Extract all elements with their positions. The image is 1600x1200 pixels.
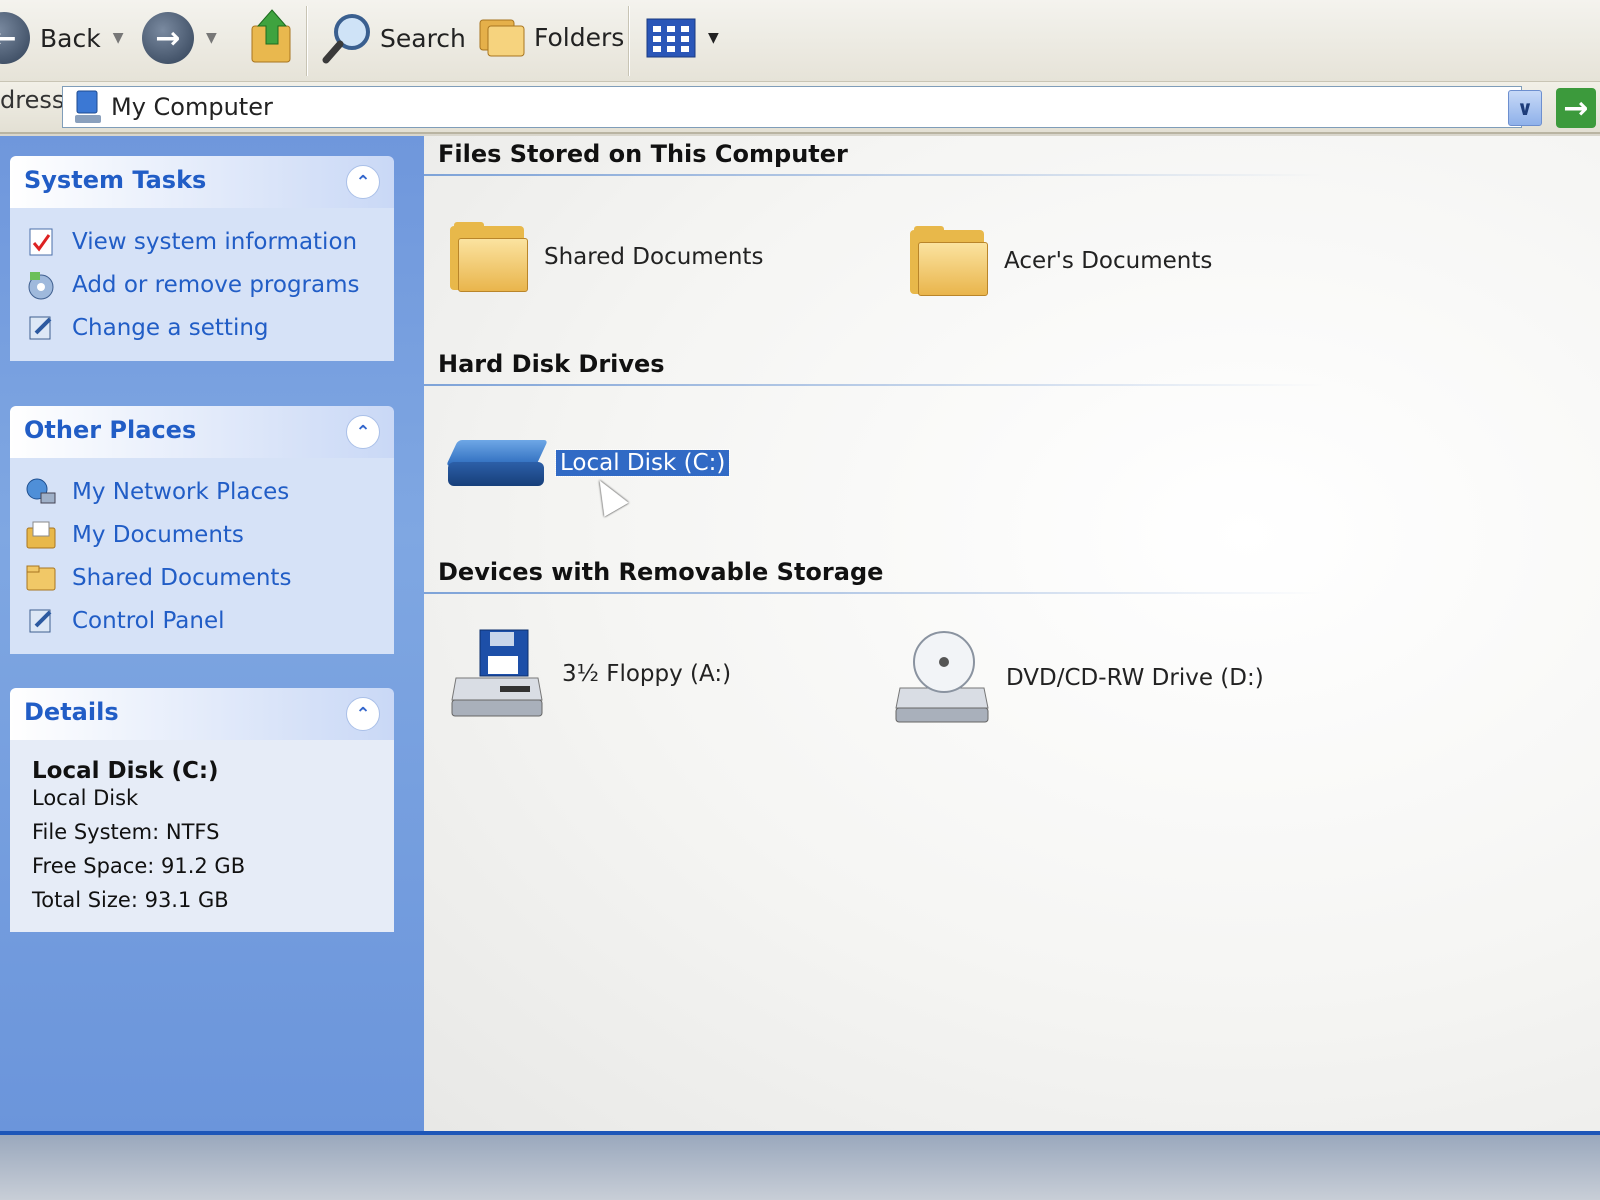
task-label: Add or remove programs: [72, 271, 360, 298]
item-dvd-d[interactable]: DVD/CD-RW Drive (D:): [894, 630, 1264, 726]
views-button[interactable]: ▼: [646, 18, 719, 58]
item-label: DVD/CD-RW Drive (D:): [1006, 665, 1264, 691]
item-label: 3½ Floppy (A:): [562, 661, 732, 687]
group-divider: [424, 174, 1324, 176]
item-label: Shared Documents: [544, 244, 764, 270]
chevron-down-icon[interactable]: ▼: [708, 30, 719, 46]
system-tasks-body: View system information Add or remove pr…: [10, 208, 394, 361]
go-arrow-icon: →: [1563, 90, 1589, 126]
place-my-network-places[interactable]: My Network Places: [24, 470, 380, 513]
search-label: Search: [380, 23, 466, 53]
my-computer-icon: [75, 90, 101, 123]
toolbar-separator: [306, 6, 308, 76]
folder-icon: [24, 563, 58, 593]
window-bottom-border: [0, 1131, 1600, 1200]
forward-button[interactable]: → ▼: [142, 12, 217, 64]
address-value: My Computer: [111, 93, 273, 121]
hard-drive-icon: [445, 436, 549, 490]
details-free-space: Free Space: 91.2 GB: [32, 854, 246, 878]
system-tasks-panel: System Tasks ⌃ View system information A…: [10, 156, 394, 361]
folders-button[interactable]: Folders: [478, 14, 624, 60]
system-tasks-header[interactable]: System Tasks ⌃: [10, 156, 394, 208]
item-floppy-a[interactable]: 3½ Floppy (A:): [450, 628, 731, 720]
task-view-system-information[interactable]: View system information: [24, 220, 380, 263]
place-label: Shared Documents: [72, 564, 292, 591]
place-label: Control Panel: [72, 607, 225, 634]
other-places-panel: Other Places ⌃ My Network Places My Docu…: [10, 406, 394, 654]
address-input[interactable]: My Computer: [62, 86, 1522, 128]
collapse-icon[interactable]: ⌃: [346, 697, 380, 731]
forward-arrow-icon: →: [142, 12, 194, 64]
task-pane: System Tasks ⌃ View system information A…: [0, 136, 424, 1131]
place-label: My Network Places: [72, 478, 290, 505]
toolbar-separator: [628, 6, 630, 76]
chevron-down-icon[interactable]: ▼: [113, 30, 124, 46]
details-body: Local Disk (C:) Local Disk File System: …: [10, 740, 394, 932]
search-icon: [322, 14, 370, 64]
address-bar: dress My Computer ∨ →: [0, 82, 1600, 134]
task-add-remove-programs[interactable]: Add or remove programs: [24, 263, 380, 306]
programs-icon: [24, 270, 58, 300]
place-shared-documents[interactable]: Shared Documents: [24, 556, 380, 599]
details-total-size: Total Size: 93.1 GB: [32, 888, 229, 912]
panel-title: Other Places: [24, 416, 197, 444]
group-divider: [424, 384, 1324, 386]
group-divider: [424, 592, 1324, 594]
panel-title: Details: [24, 698, 119, 726]
other-places-header[interactable]: Other Places ⌃: [10, 406, 394, 458]
place-control-panel[interactable]: Control Panel: [24, 599, 380, 642]
collapse-icon[interactable]: ⌃: [346, 165, 380, 199]
place-my-documents[interactable]: My Documents: [24, 513, 380, 556]
network-icon: [24, 477, 58, 507]
documents-icon: [24, 520, 58, 550]
details-file-system: File System: NTFS: [32, 820, 220, 844]
search-button[interactable]: Search: [322, 12, 466, 64]
control-panel-icon: [24, 313, 58, 343]
chevron-down-icon[interactable]: ▼: [206, 30, 217, 46]
details-header[interactable]: Details ⌃: [10, 688, 394, 740]
folder-icon: [450, 222, 528, 292]
folder-icon: [910, 226, 988, 296]
back-button[interactable]: ← Back ▼: [0, 12, 123, 64]
chevron-down-icon: ∨: [1516, 96, 1534, 120]
floppy-drive-icon: [451, 629, 543, 717]
views-icon: [646, 18, 696, 58]
place-label: My Documents: [72, 521, 244, 548]
dvd-drive-icon: [895, 631, 989, 723]
address-dropdown-button[interactable]: ∨: [1508, 90, 1542, 126]
details-name: Local Disk (C:): [32, 758, 219, 784]
collapse-icon[interactable]: ⌃: [346, 415, 380, 449]
address-label: dress: [0, 86, 65, 114]
group-heading-hard-disks: Hard Disk Drives: [438, 350, 665, 378]
go-button[interactable]: →: [1556, 88, 1596, 128]
item-acers-documents[interactable]: Acer's Documents: [910, 226, 1212, 296]
back-label: Back: [40, 23, 101, 53]
content-pane: Files Stored on This Computer Shared Doc…: [424, 136, 1600, 1131]
group-heading-files: Files Stored on This Computer: [438, 140, 848, 168]
folders-icon: [479, 19, 525, 57]
task-change-setting[interactable]: Change a setting: [24, 306, 380, 349]
toolbar: ← Back ▼ → ▼ Search Folders ▼: [0, 0, 1600, 82]
details-type: Local Disk: [32, 786, 139, 810]
panel-title: System Tasks: [24, 166, 207, 194]
folders-label: Folders: [534, 22, 625, 52]
up-folder-icon: [251, 9, 291, 63]
item-local-disk-c[interactable]: Local Disk (C:): [445, 436, 731, 490]
item-shared-documents[interactable]: Shared Documents: [450, 222, 763, 292]
system-info-icon: [24, 227, 58, 257]
task-label: Change a setting: [72, 314, 269, 341]
other-places-body: My Network Places My Documents Shared Do…: [10, 458, 394, 654]
back-arrow-icon: ←: [0, 12, 30, 64]
up-folder-button[interactable]: [250, 8, 296, 66]
item-label: Acer's Documents: [1004, 248, 1213, 274]
group-heading-removable: Devices with Removable Storage: [438, 558, 884, 586]
item-label: Local Disk (C:): [554, 449, 731, 477]
control-panel-icon: [24, 606, 58, 636]
details-panel: Details ⌃ Local Disk (C:) Local Disk Fil…: [10, 688, 394, 932]
task-label: View system information: [72, 228, 358, 255]
